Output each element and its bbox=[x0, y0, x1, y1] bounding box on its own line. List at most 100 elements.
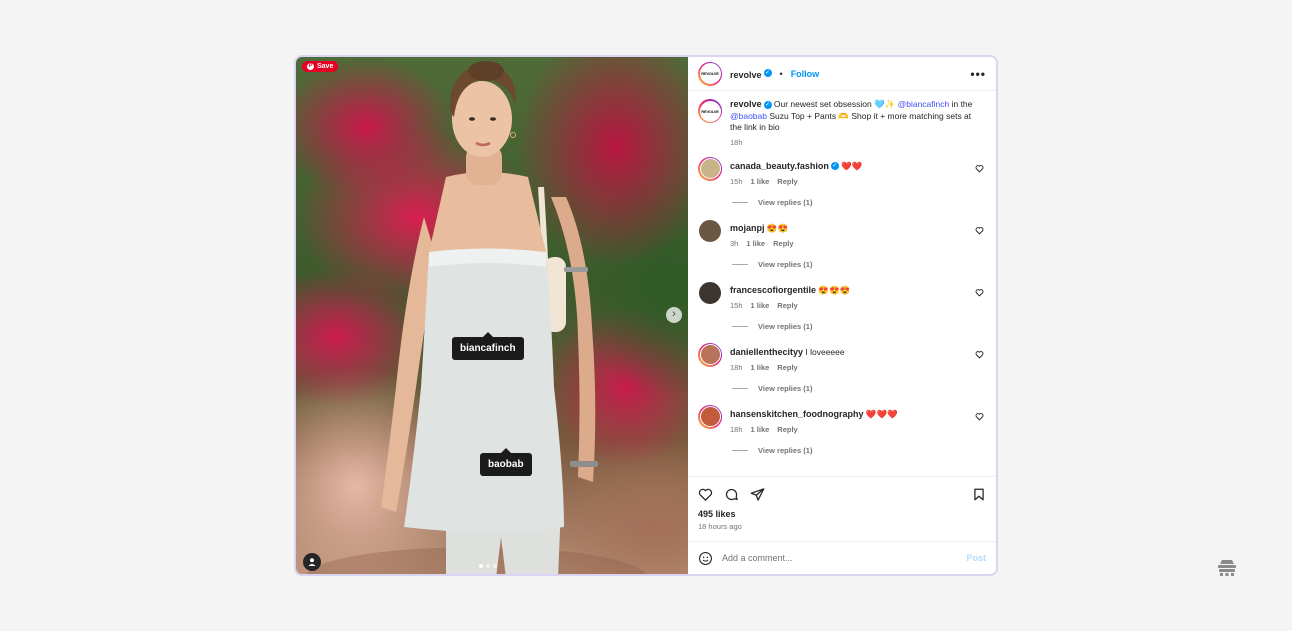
carousel-indicator bbox=[479, 564, 497, 568]
post-photo[interactable]: P Save biancafinch baobab › bbox=[296, 57, 688, 574]
replies-divider bbox=[732, 325, 748, 327]
carousel-dot bbox=[493, 564, 497, 568]
commenter-avatar[interactable] bbox=[698, 342, 722, 367]
caption-author-avatar[interactable]: REVOLVE bbox=[698, 99, 722, 123]
post-timestamp: 18 hours ago bbox=[698, 522, 742, 531]
comment-composer: Add a comment... Post bbox=[688, 541, 996, 574]
reply-button[interactable]: Reply bbox=[773, 238, 793, 249]
like-comment-heart-icon[interactable] bbox=[975, 226, 984, 235]
view-replies-button[interactable]: View replies (1) bbox=[732, 198, 812, 207]
caption-avatar-logo: REVOLVE bbox=[699, 100, 721, 122]
like-comment-heart-icon[interactable] bbox=[975, 164, 984, 173]
commenter-username[interactable]: hansenskitchen_foodnography bbox=[730, 409, 864, 419]
commenter-username[interactable]: mojanpj bbox=[730, 223, 765, 233]
caption-part-1: Our newest set obsession 🩵✨ bbox=[771, 99, 898, 109]
comment-text: 😍😍😍 bbox=[816, 284, 851, 295]
more-options-button[interactable]: ••• bbox=[970, 67, 986, 81]
instagram-post-card: P Save biancafinch baobab › REVOLVE revo… bbox=[294, 55, 998, 576]
pinterest-save-button[interactable]: P Save bbox=[302, 61, 339, 72]
view-replies-button[interactable]: View replies (1) bbox=[732, 322, 812, 331]
like-comment-heart-icon[interactable] bbox=[975, 350, 984, 359]
reply-button[interactable]: Reply bbox=[777, 424, 797, 435]
comments-list[interactable]: REVOLVE revolve ✓ Our newest set obsessio… bbox=[688, 91, 996, 476]
share-paper-plane-icon[interactable] bbox=[750, 487, 765, 502]
like-heart-icon[interactable] bbox=[698, 487, 713, 502]
comment-text: I loveeeee bbox=[803, 346, 845, 357]
view-replies-button[interactable]: View replies (1) bbox=[732, 446, 812, 455]
comment-time: 18h bbox=[730, 424, 743, 434]
post-comment-button[interactable]: Post bbox=[966, 553, 986, 563]
person-icon bbox=[308, 558, 316, 566]
mention-biancafinch[interactable]: @biancafinch bbox=[898, 99, 950, 109]
commenter-avatar[interactable] bbox=[698, 404, 722, 429]
comment-bubble-icon[interactable] bbox=[724, 487, 739, 502]
comment-likes[interactable]: 1 like bbox=[751, 424, 770, 435]
comment-text-line: daniellenthecityy I loveeeee bbox=[730, 347, 986, 358]
commenter-username[interactable]: daniellenthecityy bbox=[730, 347, 803, 357]
comment-time: 18h bbox=[730, 362, 743, 372]
product-tag-baobab[interactable]: baobab bbox=[480, 448, 532, 476]
tagged-users-icon[interactable] bbox=[303, 553, 321, 571]
save-label: Save bbox=[317, 63, 334, 70]
separator-dot: • bbox=[779, 68, 783, 79]
caption-part-3: Suzu Top + Pants 🫶 Shop it + more matchi… bbox=[730, 110, 972, 133]
add-comment-input[interactable]: Add a comment... bbox=[722, 553, 957, 563]
comment-item: mojanpj 😍😍 3h 1 like Reply View replies (1… bbox=[698, 218, 986, 281]
comment-likes[interactable]: 1 like bbox=[751, 362, 770, 373]
commenter-avatar-image bbox=[698, 280, 722, 305]
comment-item: francescofiorgentile 😍😍😍 15h 1 like Reply … bbox=[698, 280, 986, 343]
commenter-avatar-image bbox=[699, 344, 721, 365]
post-header: REVOLVE revolve ✓ • Follow ••• bbox=[688, 57, 996, 91]
view-replies-label: View replies (1) bbox=[758, 259, 813, 269]
replies-divider bbox=[732, 387, 748, 389]
post-caption: REVOLVE revolve ✓ Our newest set obsessio… bbox=[698, 99, 986, 147]
comment-text-line: hansenskitchen_foodnography ❤️❤️❤️ bbox=[730, 409, 986, 420]
like-comment-heart-icon[interactable] bbox=[975, 412, 984, 421]
product-tag-biancafinch[interactable]: biancafinch bbox=[452, 332, 524, 360]
carousel-dot-active bbox=[479, 564, 483, 568]
reply-button[interactable]: Reply bbox=[777, 362, 797, 373]
comment-text-line: mojanpj 😍😍 bbox=[730, 223, 986, 234]
commenter-username[interactable]: canada_beauty.fashion bbox=[730, 161, 829, 171]
comment-likes[interactable]: 1 like bbox=[746, 238, 765, 249]
commenter-username[interactable]: francescofiorgentile bbox=[730, 285, 816, 295]
bookmark-icon[interactable] bbox=[972, 487, 986, 502]
comment-time: 15h bbox=[730, 176, 743, 186]
verified-badge-icon: ✓ bbox=[763, 100, 772, 109]
view-replies-label: View replies (1) bbox=[758, 383, 813, 393]
comment-text: ❤️❤️ bbox=[838, 160, 863, 171]
comment-likes[interactable]: 1 like bbox=[751, 176, 770, 187]
author-avatar[interactable]: REVOLVE bbox=[698, 61, 722, 86]
commenter-avatar[interactable] bbox=[698, 280, 722, 305]
comment-text: 😍😍 bbox=[764, 222, 789, 233]
commenter-avatar[interactable] bbox=[698, 156, 722, 181]
mention-baobab[interactable]: @baobab bbox=[730, 111, 767, 121]
comment-text: ❤️❤️❤️ bbox=[863, 408, 898, 419]
pinterest-icon: P bbox=[307, 63, 314, 70]
carousel-next-button[interactable]: › bbox=[666, 307, 682, 323]
replies-divider bbox=[732, 449, 748, 451]
view-replies-button[interactable]: View replies (1) bbox=[732, 384, 812, 393]
emoji-smiley-icon[interactable] bbox=[698, 551, 713, 566]
reply-button[interactable]: Reply bbox=[777, 176, 797, 187]
reply-button[interactable]: Reply bbox=[777, 300, 797, 311]
likes-count[interactable]: 495 likes bbox=[698, 509, 986, 519]
author-username[interactable]: revolve bbox=[730, 70, 762, 80]
author-avatar-logo: REVOLVE bbox=[699, 63, 721, 84]
caption-username[interactable]: revolve bbox=[730, 99, 762, 109]
view-replies-label: View replies (1) bbox=[758, 321, 813, 331]
comment-item: hansenskitchen_foodnography ❤️❤️❤️ 18h 1 … bbox=[698, 404, 986, 467]
commenter-avatar-image bbox=[698, 218, 722, 243]
view-replies-label: View replies (1) bbox=[758, 445, 813, 455]
beehiiv-logo-icon bbox=[1218, 560, 1236, 576]
comment-item: daniellenthecityy I loveeeee 18h 1 like Re… bbox=[698, 342, 986, 405]
carousel-dot bbox=[486, 564, 490, 568]
comment-likes[interactable]: 1 like bbox=[751, 300, 770, 311]
replies-divider bbox=[732, 201, 748, 203]
woman-in-white-set-illustration bbox=[306, 61, 646, 574]
commenter-avatar[interactable] bbox=[698, 218, 722, 243]
like-comment-heart-icon[interactable] bbox=[975, 288, 984, 297]
follow-button[interactable]: Follow bbox=[791, 69, 820, 79]
caption-part-2: in the bbox=[949, 99, 973, 109]
view-replies-button[interactable]: View replies (1) bbox=[732, 260, 812, 269]
